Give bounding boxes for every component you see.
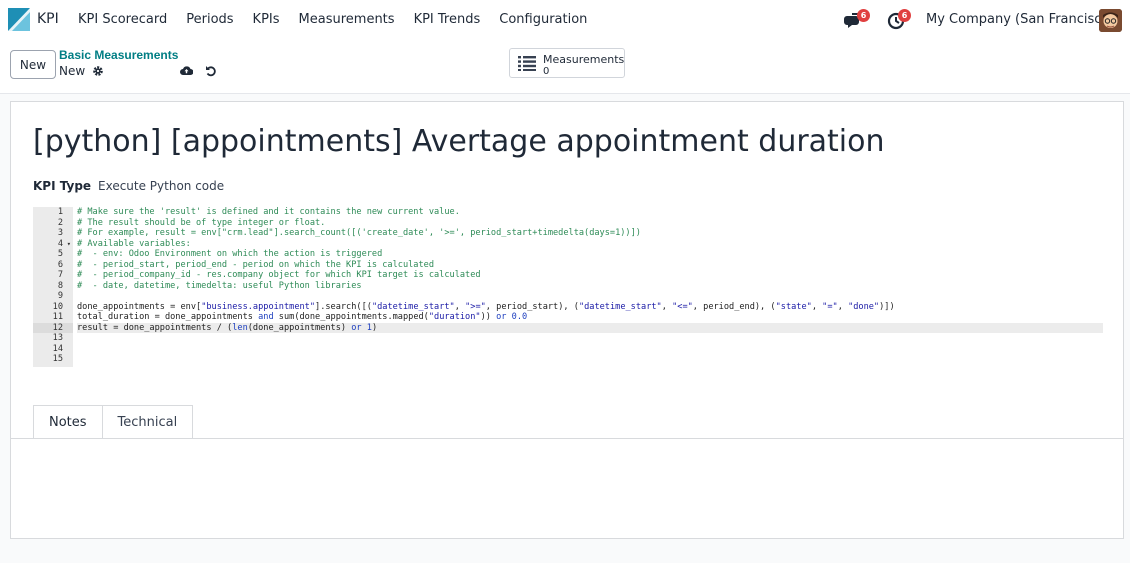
code-gutter: 1 2 3 4 ▾ 5 6 7 8 9 10 11 12 13 14 15 <box>33 207 73 367</box>
code-line: # Available variables: <box>77 238 191 249</box>
line-number: 3 <box>57 228 63 238</box>
gear-icon[interactable] <box>92 65 104 77</box>
notebook-tabs: Notes Technical <box>33 405 194 439</box>
code-line: # - period_start, period_end - period on… <box>77 259 434 270</box>
tab-divider <box>11 438 1123 439</box>
activity-badge: 6 <box>898 9 911 22</box>
code-line: # - date, datetime, timedelta: useful Py… <box>77 280 362 291</box>
app-name[interactable]: KPI <box>37 11 59 27</box>
line-number: 9 <box>57 291 63 301</box>
kpi-app-icon[interactable] <box>8 8 30 31</box>
line-number: 8 <box>57 280 63 291</box>
fold-arrow-icon[interactable]: ▾ <box>67 239 71 250</box>
list-icon <box>518 56 536 71</box>
line-number: 7 <box>57 270 63 280</box>
line-number: 10 <box>52 301 63 312</box>
menu-measurements[interactable]: Measurements <box>299 12 395 27</box>
top-menu: KPI Scorecard Periods KPIs Measurements … <box>78 12 606 27</box>
line-number: 13 <box>52 333 63 343</box>
kpi-type-field[interactable]: Execute Python code <box>98 179 224 193</box>
line-number: 6 <box>57 259 63 270</box>
menu-kpis[interactable]: KPIs <box>253 12 280 27</box>
code-line: done_appointments = env["business.appoin… <box>77 301 895 312</box>
code-lines: # Make sure the 'result' is defined and … <box>77 207 1103 365</box>
chat-badge: 6 <box>857 9 870 22</box>
cloud-upload-icon[interactable] <box>180 64 193 76</box>
code-line: # The result should be of type integer o… <box>77 217 326 228</box>
menu-kpi-trends[interactable]: KPI Trends <box>414 12 481 27</box>
code-line: # For example, result = env["crm.lead"].… <box>77 228 641 238</box>
tab-technical[interactable]: Technical <box>102 405 194 439</box>
menu-periods[interactable]: Periods <box>186 12 233 27</box>
breadcrumb-basic-measurements[interactable]: Basic Measurements <box>59 48 178 62</box>
menu-configuration[interactable]: Configuration <box>499 12 587 27</box>
control-panel: New Basic Measurements New Measurements … <box>0 40 1130 94</box>
new-button[interactable]: New <box>10 50 56 79</box>
line-number: 15 <box>52 354 63 364</box>
stat-value: 0 <box>543 66 550 77</box>
line-number: 1 <box>57 207 63 217</box>
tab-notes[interactable]: Notes <box>33 405 103 439</box>
code-line: # Make sure the 'result' is defined and … <box>77 207 460 217</box>
code-line: # - period_company_id - res.company obje… <box>77 270 481 280</box>
line-number: 14 <box>52 343 63 354</box>
python-code-editor[interactable]: 1 2 3 4 ▾ 5 6 7 8 9 10 11 12 13 14 15 # M… <box>33 207 1103 367</box>
user-avatar[interactable] <box>1099 9 1122 32</box>
menu-kpi-scorecard[interactable]: KPI Scorecard <box>78 12 167 27</box>
company-switcher[interactable]: My Company (San Francisco) <box>926 12 1114 27</box>
form-sheet: [python] [appointments] Avertage appoint… <box>10 101 1124 539</box>
line-number: 4 <box>57 238 63 249</box>
line-number: 11 <box>52 312 63 322</box>
line-number-with-fold: 4 ▾ <box>33 239 73 250</box>
line-number: 2 <box>57 217 63 228</box>
undo-icon[interactable] <box>205 64 217 77</box>
line-number: 12 <box>33 322 73 333</box>
code-line: # - env: Odoo Environment on which the a… <box>77 249 383 259</box>
kpi-name-field[interactable]: [python] [appointments] Avertage appoint… <box>33 124 885 159</box>
main-navbar: KPI KPI Scorecard Periods KPIs Measureme… <box>0 0 1130 40</box>
stat-label: Measurements <box>543 53 625 66</box>
code-line: result = done_appointments / (len(done_a… <box>77 322 1103 333</box>
measurements-stat-button[interactable]: Measurements 0 <box>509 48 625 78</box>
record-name: New <box>59 64 86 78</box>
kpi-type-label: KPI Type <box>33 179 92 193</box>
code-line: total_duration = done_appointments and s… <box>77 312 528 322</box>
line-number: 5 <box>57 249 63 259</box>
